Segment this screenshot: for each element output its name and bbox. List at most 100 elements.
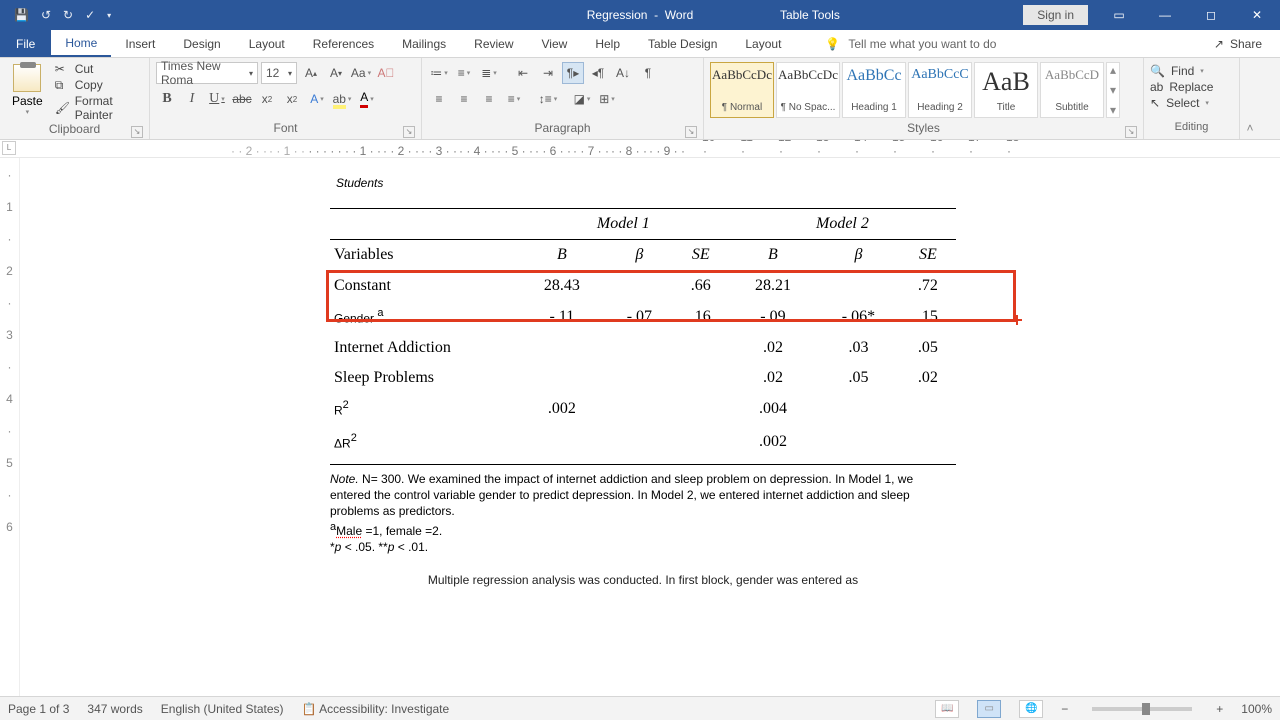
col-variables[interactable]: Variables — [330, 240, 518, 271]
highlight-button[interactable]: ab — [331, 88, 353, 110]
font-color-button[interactable]: A — [356, 88, 378, 110]
style-no-spacing[interactable]: AaBbCcDc¶ No Spac... — [776, 62, 840, 118]
tellme-input[interactable]: Tell me what you want to do — [848, 37, 996, 51]
cursor-icon: ↖ — [1150, 96, 1160, 110]
shrink-font-button[interactable]: A▾ — [325, 62, 347, 84]
borders-button[interactable]: ⊞ — [596, 88, 618, 110]
web-layout-button[interactable]: 🌐 — [1019, 700, 1043, 718]
model1-header[interactable]: Model 1 — [518, 209, 729, 240]
vertical-ruler[interactable]: ·1·2·3·4·5·6 — [0, 158, 20, 696]
shading-button[interactable]: ◪ — [571, 88, 593, 110]
word-count[interactable]: 347 words — [87, 702, 142, 716]
redo-icon[interactable]: ↻ — [63, 8, 73, 22]
styles-scroll[interactable]: ▴▾▾ — [1106, 62, 1120, 118]
tab-file[interactable]: File — [0, 30, 51, 57]
read-mode-button[interactable]: 📖 — [935, 700, 959, 718]
tab-table-design[interactable]: Table Design — [634, 30, 731, 57]
paste-button[interactable]: Paste ▾ — [6, 62, 49, 118]
format-painter-button[interactable]: 🖌Format Painter — [55, 94, 143, 122]
ltr-button[interactable]: ¶▸ — [562, 62, 584, 84]
ribbon-display-icon[interactable]: ▭ — [1096, 0, 1142, 30]
decrease-indent-button[interactable]: ⇤ — [512, 62, 534, 84]
font-dialog-icon[interactable]: ↘ — [403, 126, 415, 138]
justify-button[interactable]: ≡ — [503, 88, 525, 110]
tab-design[interactable]: Design — [169, 30, 234, 57]
style-heading2[interactable]: AaBbCcCHeading 2 — [908, 62, 972, 118]
zoom-slider[interactable] — [1092, 707, 1192, 711]
page-indicator[interactable]: Page 1 of 3 — [8, 702, 69, 716]
maximize-icon[interactable]: ◻ — [1188, 0, 1234, 30]
find-button[interactable]: 🔍Find ▾ — [1150, 64, 1204, 78]
copy-button[interactable]: ⧉Copy — [55, 78, 143, 92]
replace-button[interactable]: abReplace — [1150, 80, 1213, 94]
align-center-button[interactable]: ≡ — [453, 88, 475, 110]
underline-button[interactable]: U — [206, 88, 228, 110]
change-case-button[interactable]: Aa — [350, 62, 372, 84]
body-paragraph[interactable]: Multiple regression analysis was conduct… — [330, 573, 956, 587]
font-name-select[interactable]: Times New Roma▾ — [156, 62, 258, 84]
zoom-in-button[interactable]: + — [1216, 702, 1223, 716]
minimize-icon[interactable]: — — [1142, 0, 1188, 30]
tab-help[interactable]: Help — [581, 30, 634, 57]
show-marks-button[interactable]: ¶ — [637, 62, 659, 84]
undo-icon[interactable]: ↺ — [41, 8, 51, 22]
tab-references[interactable]: References — [299, 30, 388, 57]
tab-review[interactable]: Review — [460, 30, 527, 57]
cut-button[interactable]: ✂Cut — [55, 62, 143, 76]
scissors-icon: ✂ — [55, 62, 69, 76]
styles-dialog-icon[interactable]: ↘ — [1125, 126, 1137, 138]
qat-dropdown-icon[interactable]: ▾ — [107, 11, 111, 20]
italic-button[interactable]: I — [181, 88, 203, 110]
increase-indent-button[interactable]: ⇥ — [537, 62, 559, 84]
table-note[interactable]: Note. N= 300. We examined the impact of … — [330, 464, 956, 555]
bold-button[interactable]: B — [156, 88, 178, 110]
tab-view[interactable]: View — [528, 30, 582, 57]
subscript-button[interactable]: x2 — [256, 88, 278, 110]
align-left-button[interactable]: ≡ — [428, 88, 450, 110]
group-editing: 🔍Find ▾ abReplace ↖Select ▾ Editing — [1144, 58, 1240, 139]
multilevel-button[interactable]: ≣ — [478, 62, 500, 84]
doc-heading[interactable]: Students — [336, 176, 956, 190]
sort-button[interactable]: A↓ — [612, 62, 634, 84]
strike-button[interactable]: abc — [231, 88, 253, 110]
style-subtitle[interactable]: AaBbCcDSubtitle — [1040, 62, 1104, 118]
document-workspace[interactable]: Students Model 1 Model 2 Variables B β S… — [20, 158, 1280, 696]
rtl-button[interactable]: ◂¶ — [587, 62, 609, 84]
tab-home[interactable]: Home — [51, 30, 111, 57]
style-normal[interactable]: AaBbCcDc¶ Normal — [710, 62, 774, 118]
grow-font-button[interactable]: A▴ — [300, 62, 322, 84]
sign-in-button[interactable]: Sign in — [1023, 5, 1088, 25]
collapse-ribbon-button[interactable]: ˄ — [1240, 58, 1260, 139]
zoom-out-button[interactable]: − — [1061, 702, 1068, 716]
share-button[interactable]: ↗ Share — [1214, 30, 1262, 57]
accessibility-status[interactable]: 📋 Accessibility: Investigate — [302, 702, 450, 716]
select-button[interactable]: ↖Select ▾ — [1150, 96, 1209, 110]
page[interactable]: Students Model 1 Model 2 Variables B β S… — [230, 158, 1056, 607]
tab-mailings[interactable]: Mailings — [388, 30, 460, 57]
clear-formatting-button[interactable]: A⃠ — [375, 62, 397, 84]
tab-insert[interactable]: Insert — [111, 30, 169, 57]
close-icon[interactable]: ✕ — [1234, 0, 1280, 30]
superscript-button[interactable]: x2 — [281, 88, 303, 110]
save-icon[interactable]: 💾 — [14, 8, 29, 22]
tab-layout[interactable]: Layout — [235, 30, 299, 57]
model2-header[interactable]: Model 2 — [729, 209, 956, 240]
group-clipboard: Paste ▾ ✂Cut ⧉Copy 🖌Format Painter Clipb… — [0, 58, 150, 139]
line-spacing-button[interactable]: ↕≡ — [537, 88, 559, 110]
language-indicator[interactable]: English (United States) — [161, 702, 284, 716]
numbering-button[interactable]: ≡ — [453, 62, 475, 84]
text-effects-button[interactable]: A — [306, 88, 328, 110]
style-heading1[interactable]: AaBbCcHeading 1 — [842, 62, 906, 118]
proofing-icon[interactable]: ✓ — [85, 8, 95, 22]
clipboard-dialog-icon[interactable]: ↘ — [131, 126, 143, 138]
tab-selector[interactable]: L — [2, 141, 16, 155]
font-size-select[interactable]: 12▾ — [261, 62, 297, 84]
bullets-button[interactable]: ≔ — [428, 62, 450, 84]
style-title[interactable]: AaBTitle — [974, 62, 1038, 118]
tab-table-layout[interactable]: Layout — [731, 30, 795, 57]
align-right-button[interactable]: ≡ — [478, 88, 500, 110]
zoom-level[interactable]: 100% — [1241, 702, 1272, 716]
horizontal-ruler[interactable]: L · · 2 · ·· · 1 · · · · · · ·· · 1 · ··… — [0, 140, 1280, 158]
paragraph-dialog-icon[interactable]: ↘ — [685, 126, 697, 138]
print-layout-button[interactable]: ▭ — [977, 700, 1001, 718]
